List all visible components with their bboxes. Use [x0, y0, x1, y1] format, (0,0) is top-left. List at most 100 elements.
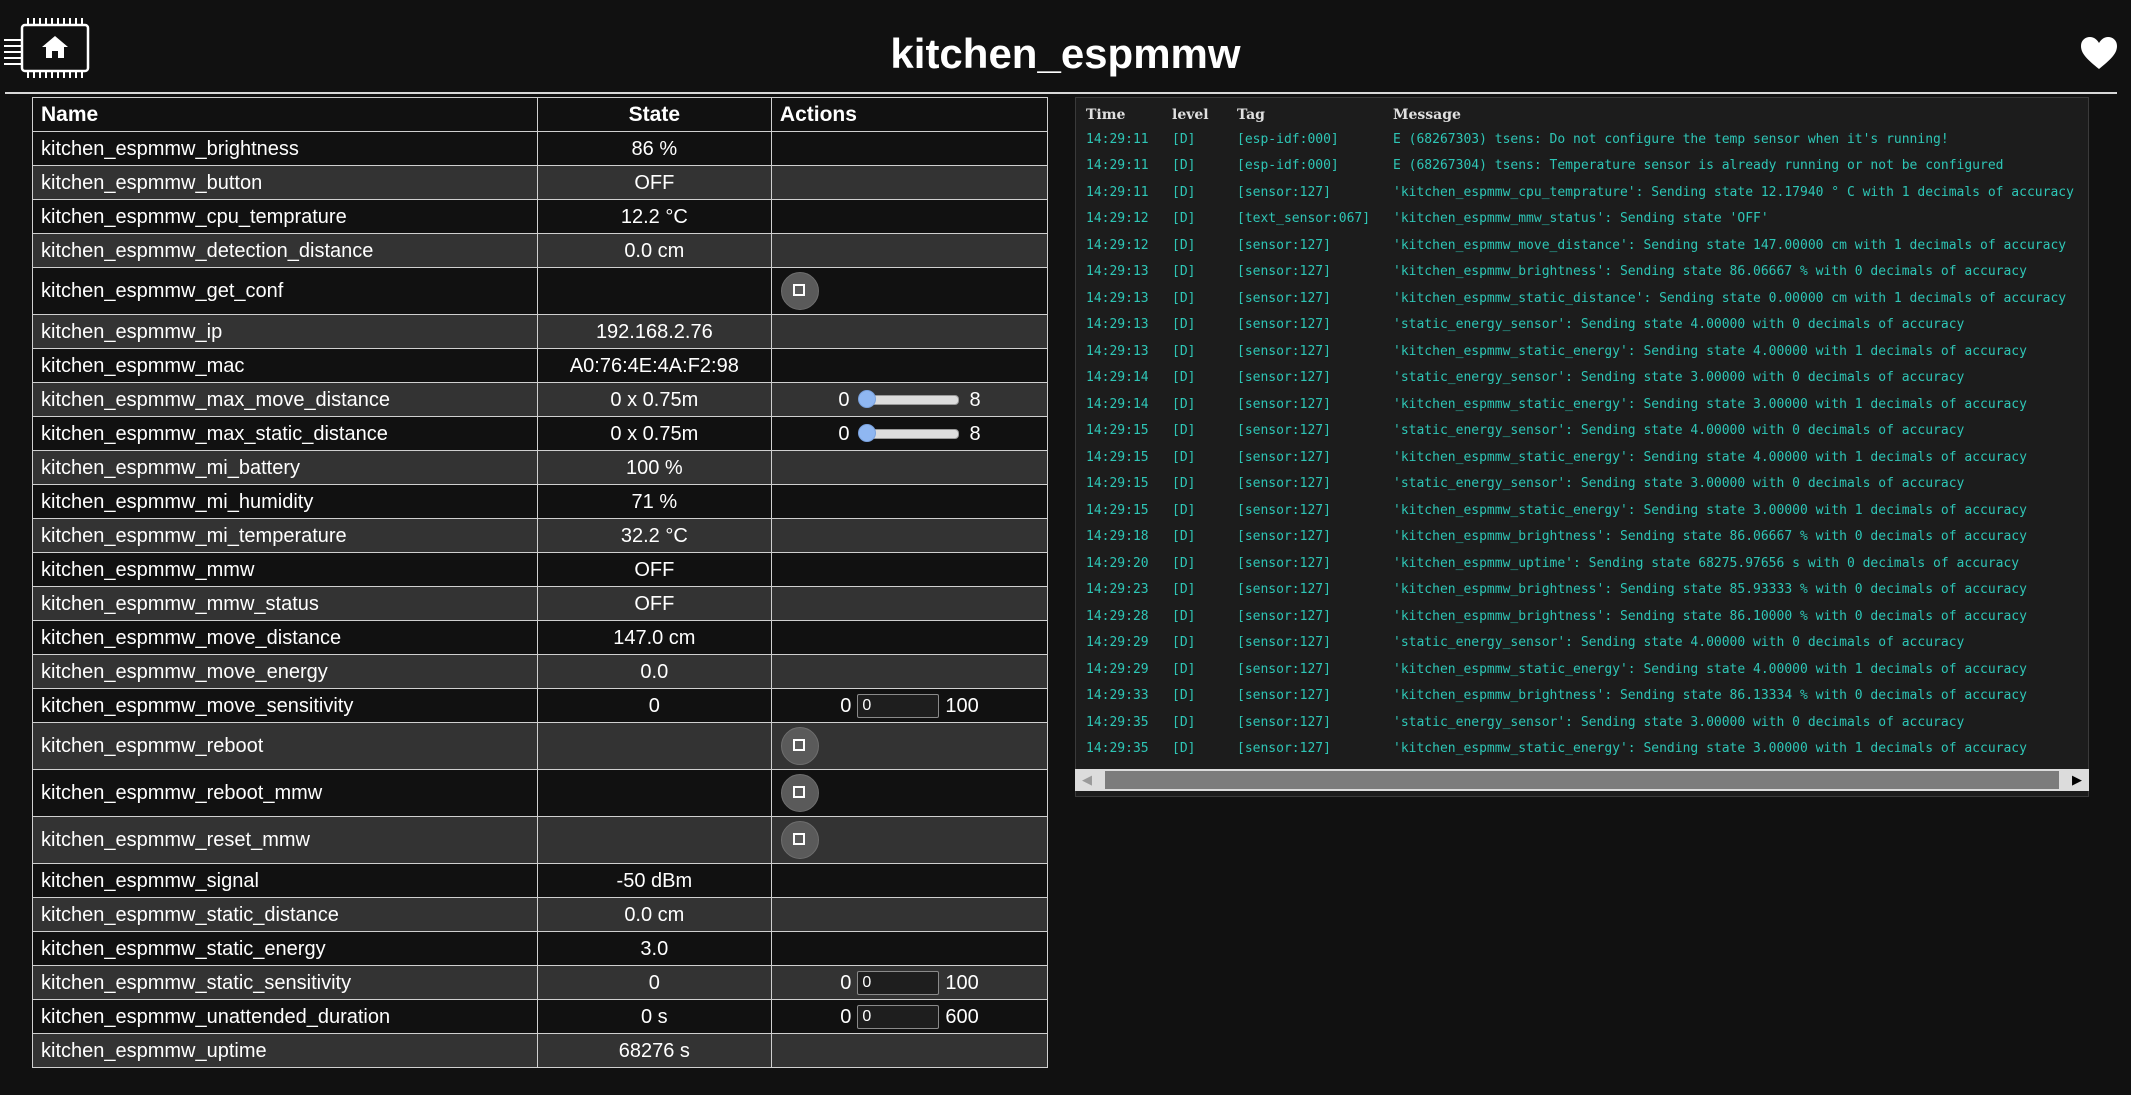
table-header-row: Name State Actions — [32, 97, 1049, 132]
number-input[interactable] — [857, 1004, 940, 1029]
entity-name: kitchen_espmmw_mi_temperature — [32, 518, 538, 553]
log-level: [D] — [1172, 423, 1196, 439]
log-message: 'kitchen_espmmw_static_energy': Sending … — [1393, 343, 2027, 359]
log-message: 'kitchen_espmmw_brightness': Sending sta… — [1393, 582, 2027, 598]
log-tag: [sensor:127] — [1237, 741, 1331, 757]
entity-actions — [770, 654, 1049, 689]
entity-actions: 0 600 — [770, 999, 1049, 1034]
log-row: 14:29:29 [D] [sensor:127] 'kitchen_espmmw_s… — [1086, 656, 2074, 683]
log-tag: [esp-idf:000] — [1237, 131, 1339, 147]
slider-thumb[interactable] — [858, 389, 877, 408]
entity-actions — [770, 131, 1049, 166]
entity-state: 71 % — [536, 484, 772, 519]
log-level: [D] — [1172, 502, 1196, 518]
log-tag: [sensor:127] — [1237, 396, 1331, 412]
log-message: 'kitchen_espmmw_brightness': Sending sta… — [1393, 264, 2027, 280]
table-row: kitchen_espmmw_signal -50 dBm — [32, 863, 1049, 898]
log-horizontal-scrollbar[interactable]: ◀ ▶ — [1075, 769, 2089, 791]
slider-max-label: 8 — [969, 388, 981, 411]
log-row: 14:29:11 [D] [sensor:127] 'kitchen_espmmw_c… — [1086, 179, 2074, 206]
number-max-label: 100 — [945, 694, 979, 717]
log-row: 14:29:23 [D] [sensor:127] 'kitchen_espmmw_b… — [1086, 577, 2074, 604]
log-time: 14:29:11 — [1086, 158, 1149, 174]
entity-state: 86 % — [536, 131, 772, 166]
entity-name: kitchen_espmmw_max_move_distance — [32, 382, 538, 417]
number-min-label: 0 — [840, 694, 852, 717]
log-time: 14:29:15 — [1086, 449, 1149, 465]
log-level: [D] — [1172, 582, 1196, 598]
log-row: 14:29:28 [D] [sensor:127] 'kitchen_espmmw_b… — [1086, 603, 2074, 630]
log-time: 14:29:13 — [1086, 290, 1149, 306]
square-stop-icon[interactable] — [780, 774, 819, 812]
entity-state: 68276 s — [536, 1033, 772, 1068]
scrollbar-thumb[interactable] — [1105, 771, 2059, 789]
table-row: kitchen_espmmw_mac A0:76:4E:4A:F2:98 — [32, 348, 1049, 383]
entity-actions — [770, 816, 1049, 864]
entity-state: 147.0 cm — [536, 620, 772, 655]
square-stop-icon[interactable] — [780, 821, 819, 859]
entity-state: 100 % — [536, 450, 772, 485]
entity-name: kitchen_espmmw_mi_humidity — [32, 484, 538, 519]
arrow-left-icon[interactable]: ◀ — [1075, 769, 1099, 791]
entity-name: kitchen_espmmw_ip — [32, 314, 538, 349]
log-time: 14:29:13 — [1086, 264, 1149, 280]
log-row: 14:29:29 [D] [sensor:127] 'static_energy_se… — [1086, 630, 2074, 657]
log-message: 'static_energy_sensor': Sending state 3.… — [1393, 370, 1965, 386]
entity-state: OFF — [536, 165, 772, 200]
entity-actions — [770, 233, 1049, 268]
table-row: kitchen_espmmw_move_energy 0.0 — [32, 654, 1049, 689]
log-panel[interactable]: Time level Tag Message 14:29:11 [D] [esp-i… — [1075, 97, 2089, 797]
log-tag: [sensor:127] — [1237, 635, 1331, 651]
heart-icon[interactable] — [2080, 36, 2118, 70]
log-time: 14:29:20 — [1086, 555, 1149, 571]
entity-name: kitchen_espmmw_reboot — [32, 722, 538, 770]
log-row: 14:29:15 [D] [sensor:127] 'kitchen_espmmw_s… — [1086, 497, 2074, 524]
log-level: [D] — [1172, 343, 1196, 359]
range-slider: 08 — [780, 389, 1039, 411]
entity-name: kitchen_espmmw_static_distance — [32, 897, 538, 932]
entity-name: kitchen_espmmw_mmw — [32, 552, 538, 587]
entity-state: OFF — [536, 586, 772, 621]
entity-name: kitchen_espmmw_uptime — [32, 1033, 538, 1068]
slider-track[interactable] — [858, 389, 960, 408]
entity-state — [536, 816, 772, 864]
entity-name: kitchen_espmmw_static_energy — [32, 931, 538, 966]
entity-state: 3.0 — [536, 931, 772, 966]
log-time: 14:29:15 — [1086, 476, 1149, 492]
arrow-right-icon[interactable]: ▶ — [2065, 769, 2089, 791]
number-input[interactable] — [857, 970, 940, 995]
log-message: 'static_energy_sensor': Sending state 3.… — [1393, 714, 1965, 730]
square-stop-icon[interactable] — [780, 272, 819, 310]
slider-thumb[interactable] — [858, 423, 877, 442]
table-row: kitchen_espmmw_reboot_mmw — [32, 769, 1049, 817]
log-time: 14:29:11 — [1086, 184, 1149, 200]
log-tag: [sensor:127] — [1237, 714, 1331, 730]
log-time: 14:29:29 — [1086, 635, 1149, 651]
number-input[interactable] — [857, 693, 940, 718]
log-time: 14:29:29 — [1086, 661, 1149, 677]
log-row: 14:29:14 [D] [sensor:127] 'static_energy_se… — [1086, 365, 2074, 392]
log-message: 'static_energy_sensor': Sending state 4.… — [1393, 317, 1965, 333]
slider-track[interactable] — [858, 423, 960, 442]
table-row: kitchen_espmmw_mi_humidity 71 % — [32, 484, 1049, 519]
entity-state: -50 dBm — [536, 863, 772, 898]
log-message: 'kitchen_espmmw_brightness': Sending sta… — [1393, 688, 2027, 704]
table-row: kitchen_espmmw_max_static_distance 0 x 0.… — [32, 416, 1049, 451]
log-message: 'kitchen_espmmw_uptime': Sending state 6… — [1393, 555, 2020, 571]
log-time: 14:29:14 — [1086, 370, 1149, 386]
entity-name: kitchen_espmmw_mac — [32, 348, 538, 383]
log-level: [D] — [1172, 396, 1196, 412]
log-time: 14:29:15 — [1086, 423, 1149, 439]
number-control: 0 600 — [780, 1004, 1039, 1029]
entity-state: 0.0 cm — [536, 897, 772, 932]
number-control: 0 100 — [780, 970, 1039, 995]
log-level: [D] — [1172, 555, 1196, 571]
square-stop-icon[interactable] — [780, 727, 819, 765]
entity-state: 32.2 °C — [536, 518, 772, 553]
log-level: [D] — [1172, 608, 1196, 624]
entity-actions — [770, 450, 1049, 485]
table-row: kitchen_espmmw_static_distance 0.0 cm — [32, 897, 1049, 932]
log-row: 14:29:15 [D] [sensor:127] 'kitchen_espmmw_s… — [1086, 444, 2074, 471]
log-row: 14:29:35 [D] [sensor:127] 'kitchen_espmmw_s… — [1086, 736, 2074, 763]
log-time: 14:29:23 — [1086, 582, 1149, 598]
